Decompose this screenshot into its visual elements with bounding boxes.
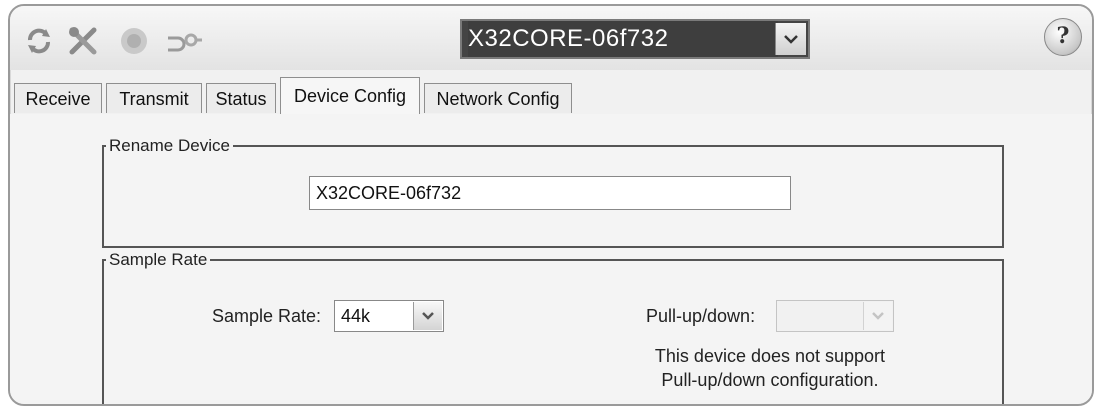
sample-rate-value: 44k <box>341 306 371 326</box>
dante-controller-window: X32CORE-06f732 ? Receive Transmit Status… <box>8 4 1094 406</box>
rename-device-title: Rename Device <box>109 136 230 155</box>
help-button[interactable]: ? <box>1044 18 1082 56</box>
sample-rate-dropdown-button[interactable] <box>413 302 442 330</box>
tab-network-config[interactable]: Network Config <box>424 83 572 113</box>
tab-status[interactable]: Status <box>206 83 276 113</box>
sample-rate-select[interactable]: 44k <box>334 300 444 332</box>
tab-device-config[interactable]: Device Config <box>280 77 420 114</box>
tab-transmit[interactable]: Transmit <box>106 83 202 113</box>
sample-rate-title: Sample Rate <box>109 250 208 269</box>
rename-device-group: Rename Device X32CORE-06f732 <box>102 136 1004 248</box>
record-icon[interactable] <box>114 26 154 56</box>
toolbar: X32CORE-06f732 ? <box>10 6 1092 70</box>
chevron-down-icon <box>422 312 434 320</box>
chevron-down-icon <box>784 35 798 44</box>
refresh-icon[interactable] <box>24 26 54 56</box>
pullup-down-label: Pull-up/down: <box>646 306 756 326</box>
tools-icon[interactable] <box>66 26 102 56</box>
device-selector-value: X32CORE-06f732 <box>468 21 778 57</box>
device-selector[interactable]: X32CORE-06f732 <box>460 19 810 59</box>
device-config-panel: Rename Device X32CORE-06f732 Sample Rate… <box>10 114 1092 404</box>
network-icon[interactable] <box>164 26 204 56</box>
tab-bar: Receive Transmit Status Device Config Ne… <box>10 77 1092 115</box>
note-line-2: Pull-up/down configuration. <box>661 370 879 390</box>
sample-rate-group: Sample Rate Sample Rate: 44k Pull-up/dow… <box>102 250 1004 404</box>
pullup-down-dropdown-button <box>863 302 892 330</box>
pullup-down-unsupported-note: This device does not support Pull-up/dow… <box>640 344 900 392</box>
device-selector-dropdown-button[interactable] <box>775 23 806 55</box>
pullup-down-select <box>776 300 894 332</box>
sample-rate-label: Sample Rate: <box>212 306 322 326</box>
tab-receive[interactable]: Receive <box>14 83 102 113</box>
rename-device-input[interactable]: X32CORE-06f732 <box>309 176 791 210</box>
note-line-1: This device does not support <box>654 346 886 366</box>
chevron-down-icon <box>872 312 884 320</box>
